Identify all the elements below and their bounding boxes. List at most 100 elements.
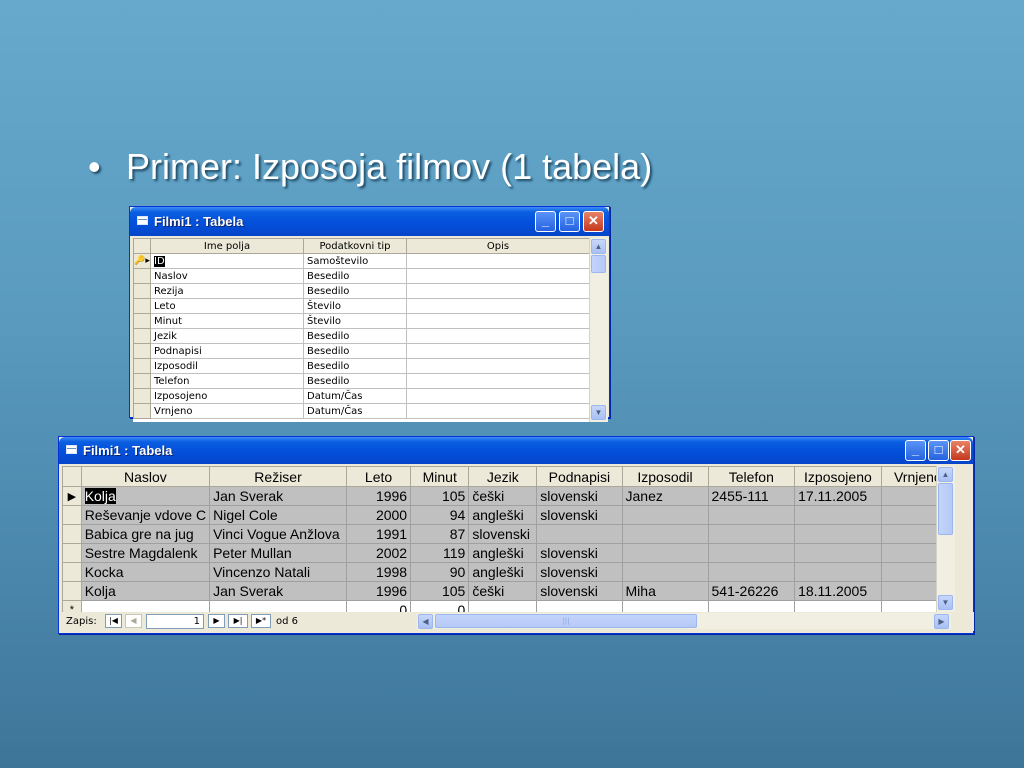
description-cell[interactable] bbox=[406, 253, 590, 269]
record-row[interactable]: Kocka Vincenzo Natali 1998 90 angleški sloven… bbox=[62, 562, 955, 582]
cell-leto[interactable]: 2002 bbox=[345, 543, 412, 563]
column-header-naslov[interactable]: Naslov bbox=[80, 466, 211, 487]
record-row[interactable]: Reševanje vdove C Nigel Cole 2000 94 anglešk… bbox=[62, 505, 955, 525]
cell-jezik[interactable]: angleški bbox=[468, 562, 538, 582]
cell-izposojeno[interactable] bbox=[794, 524, 882, 544]
new-record-button[interactable]: ▶* bbox=[251, 614, 271, 628]
cell-izposodil[interactable] bbox=[621, 543, 709, 563]
cell-telefon[interactable]: 541-26226 bbox=[707, 581, 796, 601]
data-type-cell[interactable]: Datum/Čas bbox=[303, 388, 407, 404]
column-header-leto[interactable]: Leto bbox=[345, 466, 412, 487]
cell-minut[interactable]: 90 bbox=[410, 562, 470, 582]
column-header-telefon[interactable]: Telefon bbox=[707, 466, 796, 487]
column-header-izposodil[interactable]: Izposodil bbox=[621, 466, 709, 487]
cell-naslov[interactable]: Sestre Magdalenk bbox=[80, 543, 211, 563]
data-type-cell[interactable]: Število bbox=[303, 298, 407, 314]
data-type-cell[interactable]: Besedilo bbox=[303, 358, 407, 374]
field-name-cell[interactable]: Naslov bbox=[150, 268, 304, 284]
new-cell-izposodil[interactable] bbox=[621, 600, 709, 612]
cell-izposojeno[interactable]: 18.11.2005 bbox=[794, 581, 882, 601]
cell-naslov[interactable]: Reševanje vdove C bbox=[80, 505, 211, 525]
data-type-cell[interactable]: Besedilo bbox=[303, 373, 407, 389]
field-row[interactable]: Podnapisi Besedilo bbox=[133, 343, 590, 359]
cell-izposodil[interactable] bbox=[621, 524, 709, 544]
cell-minut[interactable]: 87 bbox=[410, 524, 470, 544]
column-header-izposojeno[interactable]: Izposojeno bbox=[794, 466, 882, 487]
next-record-button[interactable]: ▶ bbox=[208, 614, 225, 628]
data-type-cell[interactable]: Samoštevilo bbox=[303, 253, 407, 269]
scroll-left-icon[interactable]: ◀ bbox=[418, 614, 433, 629]
row-selector[interactable] bbox=[133, 388, 151, 404]
field-name-cell[interactable]: Jezik bbox=[150, 328, 304, 344]
field-name-cell[interactable]: Izposodil bbox=[150, 358, 304, 374]
cell-telefon[interactable] bbox=[707, 524, 796, 544]
row-selector[interactable] bbox=[62, 581, 82, 601]
field-name-cell[interactable]: Vrnjeno bbox=[150, 403, 304, 419]
description-cell[interactable] bbox=[406, 268, 590, 284]
row-selector[interactable] bbox=[133, 358, 151, 374]
description-cell[interactable] bbox=[406, 403, 590, 419]
cell-naslov[interactable]: Kocka bbox=[80, 562, 211, 582]
data-type-cell[interactable]: Datum/Čas bbox=[303, 403, 407, 419]
cell-izposojeno[interactable]: 17.11.2005 bbox=[794, 486, 882, 506]
last-record-button[interactable]: ▶| bbox=[228, 614, 248, 628]
current-record-icon[interactable]: ▶ bbox=[62, 486, 82, 506]
cell-leto[interactable]: 1996 bbox=[345, 581, 412, 601]
field-row[interactable]: Leto Število bbox=[133, 298, 590, 314]
description-cell[interactable] bbox=[406, 313, 590, 329]
column-header-jezik[interactable]: Jezik bbox=[468, 466, 538, 487]
record-row[interactable]: ▶ Kolja Jan Sverak 1996 105 češki slovenski Jan… bbox=[62, 486, 955, 506]
cell-leto[interactable]: 1991 bbox=[345, 524, 412, 544]
field-name-cell[interactable]: Telefon bbox=[150, 373, 304, 389]
column-header-podnapisi[interactable]: Podnapisi bbox=[536, 466, 623, 487]
field-row[interactable]: Izposojeno Datum/Čas bbox=[133, 388, 590, 404]
scroll-thumb[interactable] bbox=[938, 483, 953, 535]
data-type-cell[interactable]: Besedilo bbox=[303, 268, 407, 284]
cell-podnapisi[interactable]: slovenski bbox=[536, 543, 623, 563]
field-name-cell[interactable]: Minut bbox=[150, 313, 304, 329]
datasheet-window-titlebar[interactable]: Filmi1 : Tabela _ □ ✕ bbox=[59, 437, 973, 464]
cell-podnapisi[interactable]: slovenski bbox=[536, 581, 623, 601]
new-cell-leto[interactable]: 0 bbox=[345, 600, 412, 612]
cell-leto[interactable]: 2000 bbox=[345, 505, 412, 525]
new-cell-režiser[interactable] bbox=[209, 600, 347, 612]
field-name-cell[interactable]: Izposojeno bbox=[150, 388, 304, 404]
field-name-cell[interactable]: Podnapisi bbox=[150, 343, 304, 359]
cell-minut[interactable]: 119 bbox=[410, 543, 470, 563]
description-cell[interactable] bbox=[406, 343, 590, 359]
scroll-thumb[interactable] bbox=[591, 255, 606, 273]
cell-jezik[interactable]: angleški bbox=[468, 543, 538, 563]
cell-režiser[interactable]: Vinci Vogue Anžlova bbox=[209, 524, 347, 544]
description-cell[interactable] bbox=[406, 358, 590, 374]
new-cell-naslov[interactable] bbox=[80, 600, 211, 612]
new-cell-minut[interactable]: 0 bbox=[410, 600, 470, 612]
field-row[interactable]: Izposodil Besedilo bbox=[133, 358, 590, 374]
cell-naslov[interactable]: Kolja bbox=[80, 581, 211, 601]
description-cell[interactable] bbox=[406, 283, 590, 299]
cell-telefon[interactable] bbox=[707, 562, 796, 582]
cell-izposodil[interactable]: Miha bbox=[621, 581, 709, 601]
scroll-right-icon[interactable]: ▶ bbox=[934, 614, 949, 629]
scroll-up-icon[interactable]: ▲ bbox=[591, 239, 606, 254]
cell-podnapisi[interactable]: slovenski bbox=[536, 505, 623, 525]
new-cell-telefon[interactable] bbox=[707, 600, 796, 612]
field-row[interactable]: Naslov Besedilo bbox=[133, 268, 590, 284]
cell-izposojeno[interactable] bbox=[794, 562, 882, 582]
record-number-input[interactable]: 1 bbox=[146, 614, 204, 629]
row-selector[interactable] bbox=[62, 562, 82, 582]
primary-key-icon[interactable]: 🔑▸ bbox=[133, 253, 151, 269]
cell-podnapisi[interactable]: slovenski bbox=[536, 562, 623, 582]
cell-jezik[interactable]: angleški bbox=[468, 505, 538, 525]
field-name-cell[interactable]: ID bbox=[150, 253, 304, 269]
cell-naslov[interactable]: Kolja bbox=[80, 486, 211, 506]
cell-režiser[interactable]: Jan Sverak bbox=[209, 581, 347, 601]
cell-izposodil[interactable]: Janez bbox=[621, 486, 709, 506]
cell-podnapisi[interactable] bbox=[536, 524, 623, 544]
row-selector[interactable] bbox=[133, 328, 151, 344]
cell-izposodil[interactable] bbox=[621, 562, 709, 582]
row-selector[interactable] bbox=[133, 343, 151, 359]
datasheet-vertical-scrollbar[interactable]: ▲ ▼ bbox=[936, 466, 955, 612]
column-header-field-name[interactable]: Ime polja bbox=[150, 238, 304, 254]
close-button[interactable]: ✕ bbox=[950, 440, 971, 461]
new-cell-izposojeno[interactable] bbox=[794, 600, 882, 612]
